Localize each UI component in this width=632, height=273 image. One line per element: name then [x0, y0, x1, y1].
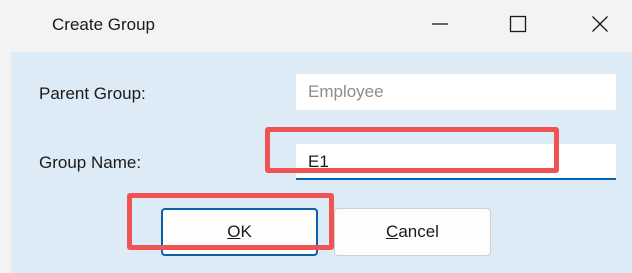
group-name-label: Group Name: [39, 153, 142, 172]
cancel-label-rest: ancel [398, 222, 439, 241]
minimize-button[interactable] [418, 4, 462, 44]
dialog-body: Parent Group: Employee Group Name: E1 OK… [11, 52, 632, 273]
cancel-button[interactable]: Cancel [334, 208, 491, 256]
ok-button-label: OK [227, 222, 252, 242]
maximize-icon [509, 15, 527, 33]
group-name-input[interactable]: E1 [296, 144, 616, 180]
parent-group-label: Parent Group: [39, 84, 146, 103]
ok-mnemonic: O [227, 222, 241, 241]
title-bar: Create Group [0, 0, 632, 52]
window-title: Create Group [52, 15, 155, 34]
ok-button[interactable]: OK [161, 208, 318, 256]
minimize-icon [432, 23, 448, 25]
parent-group-field: Employee [296, 74, 616, 110]
close-button[interactable] [578, 4, 622, 44]
group-name-value: E1 [308, 152, 329, 171]
close-icon [592, 16, 608, 32]
maximize-button[interactable] [496, 4, 540, 44]
cancel-button-label: Cancel [386, 222, 439, 242]
cancel-mnemonic: C [386, 222, 399, 241]
ok-label-rest: K [240, 222, 252, 241]
